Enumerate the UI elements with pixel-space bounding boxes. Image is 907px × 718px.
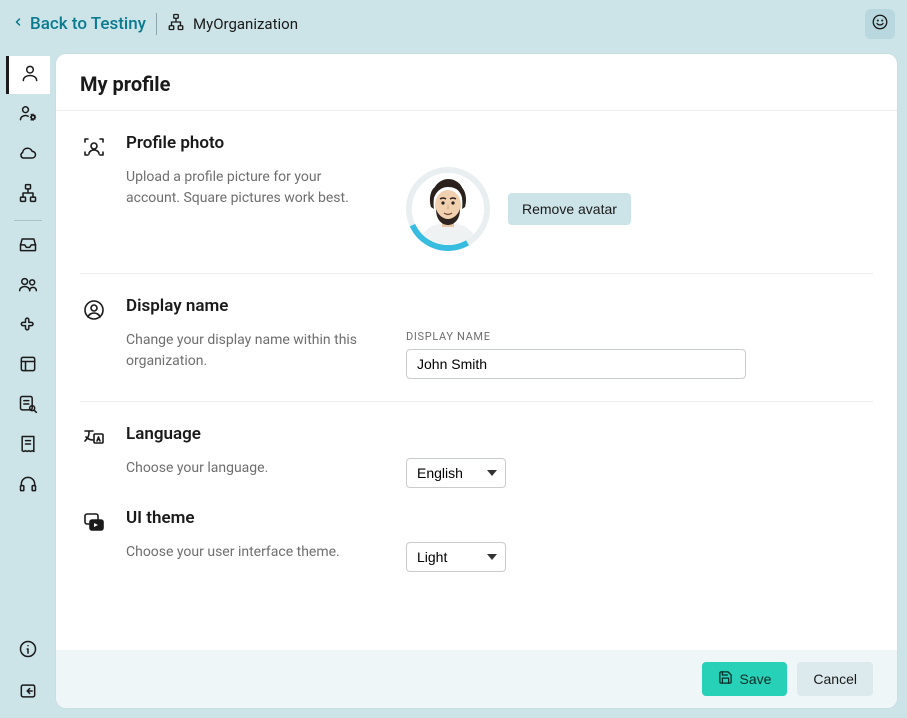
template-icon: [18, 354, 38, 378]
sidebar-item-team[interactable]: [6, 267, 50, 305]
sidebar: [0, 48, 56, 718]
sidebar-item-info[interactable]: [6, 632, 50, 670]
save-button[interactable]: Save: [702, 662, 787, 696]
sidebar-item-templates[interactable]: [6, 347, 50, 385]
cloud-icon: [18, 143, 38, 167]
main-panel: My profile Profile photo Upload a profil…: [56, 54, 897, 708]
org-context[interactable]: MyOrganization: [167, 13, 298, 35]
users-icon: [18, 274, 38, 298]
sidebar-item-billing[interactable]: [6, 427, 50, 465]
avatar-image: [412, 173, 484, 245]
save-label: Save: [739, 671, 771, 687]
display-name-input[interactable]: [406, 349, 746, 379]
feedback-button[interactable]: [865, 9, 895, 39]
collapse-icon: [18, 681, 38, 705]
divider: [156, 13, 157, 35]
sidebar-item-cloud[interactable]: [6, 136, 50, 174]
top-bar: Back to Testiny MyOrganization: [0, 0, 907, 48]
section-heading: Profile photo: [126, 133, 873, 153]
section-language: Language Choose your language. English: [80, 402, 873, 498]
section-heading: Display name: [126, 296, 873, 316]
section-heading: Language: [126, 424, 873, 444]
sidebar-item-user-settings[interactable]: [6, 96, 50, 134]
info-icon: [18, 639, 38, 663]
list-search-icon: [18, 394, 38, 418]
section-description: Choose your user interface theme.: [126, 542, 366, 563]
sidebar-item-profile[interactable]: [6, 56, 50, 94]
page-title: My profile: [56, 54, 897, 111]
sidebar-divider: [14, 220, 42, 221]
avatar[interactable]: [406, 167, 490, 251]
language-select[interactable]: English: [406, 458, 506, 488]
plugin-icon: [18, 314, 38, 338]
receipt-icon: [18, 434, 38, 458]
inbox-icon: [18, 234, 38, 258]
chevron-left-icon: [12, 16, 24, 32]
profile-photo-icon: [80, 133, 108, 159]
sidebar-item-collapse[interactable]: [6, 674, 50, 712]
back-label: Back to Testiny: [30, 14, 146, 34]
panel-body: Profile photo Upload a profile picture f…: [56, 111, 897, 650]
section-description: Upload a profile picture for your accoun…: [126, 167, 366, 209]
sidebar-item-audit[interactable]: [6, 387, 50, 425]
display-name-icon: [80, 296, 108, 322]
org-name: MyOrganization: [193, 15, 298, 33]
language-icon: [80, 424, 108, 450]
panel-footer: Save Cancel: [56, 650, 897, 708]
remove-avatar-button[interactable]: Remove avatar: [508, 193, 631, 225]
sidebar-item-inbox[interactable]: [6, 227, 50, 265]
section-description: Choose your language.: [126, 458, 366, 479]
section-heading: UI theme: [126, 508, 873, 528]
user-gear-icon: [18, 103, 38, 127]
smiley-icon: [871, 13, 889, 35]
sidebar-item-organization[interactable]: [6, 176, 50, 214]
headphones-icon: [18, 474, 38, 498]
theme-select[interactable]: Light: [406, 542, 506, 572]
cancel-button[interactable]: Cancel: [797, 662, 873, 696]
back-link[interactable]: Back to Testiny: [12, 14, 146, 34]
ui-theme-icon: [80, 508, 108, 534]
user-icon: [20, 63, 40, 87]
save-icon: [718, 670, 733, 688]
org-tree-icon: [18, 183, 38, 207]
section-display-name: Display name Change your display name wi…: [80, 274, 873, 402]
sidebar-item-integrations[interactable]: [6, 307, 50, 345]
section-ui-theme: UI theme Choose your user interface them…: [80, 498, 873, 594]
section-description: Change your display name within this org…: [126, 330, 366, 372]
org-tree-icon: [167, 13, 185, 35]
sidebar-item-support[interactable]: [6, 467, 50, 505]
section-profile-photo: Profile photo Upload a profile picture f…: [80, 111, 873, 274]
field-label: DISPLAY NAME: [406, 330, 873, 343]
